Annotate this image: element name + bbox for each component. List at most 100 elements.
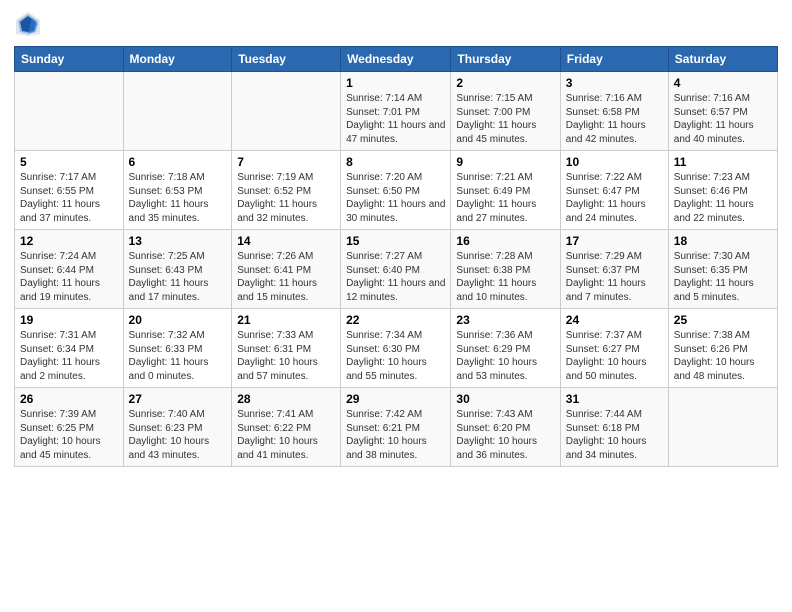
day-cell: 8Sunrise: 7:20 AM Sunset: 6:50 PM Daylig… bbox=[341, 151, 451, 230]
day-info: Sunrise: 7:18 AM Sunset: 6:53 PM Dayligh… bbox=[129, 171, 227, 225]
week-row-2: 12Sunrise: 7:24 AM Sunset: 6:44 PM Dayli… bbox=[15, 230, 778, 309]
day-number: 19 bbox=[20, 313, 118, 327]
day-number: 20 bbox=[129, 313, 227, 327]
day-info: Sunrise: 7:27 AM Sunset: 6:40 PM Dayligh… bbox=[346, 250, 445, 304]
day-cell: 22 Sunrise: 7:34 AM Sunset: 6:30 PM Dayli… bbox=[341, 309, 451, 388]
day-info: Sunrise: 7:20 AM Sunset: 6:50 PM Dayligh… bbox=[346, 171, 445, 225]
day-info: Sunrise: 7:28 AM Sunset: 6:38 PM Dayligh… bbox=[456, 250, 554, 304]
page: SundayMondayTuesdayWednesdayThursdayFrid… bbox=[0, 0, 792, 612]
logo bbox=[14, 10, 46, 38]
day-number: 3 bbox=[566, 76, 663, 90]
day-number: 23 bbox=[456, 313, 554, 327]
day-number: 18 bbox=[674, 234, 772, 248]
day-info: Sunrise: 7:29 AM Sunset: 6:37 PM Dayligh… bbox=[566, 250, 663, 304]
week-row-1: 5Sunrise: 7:17 AM Sunset: 6:55 PM Daylig… bbox=[15, 151, 778, 230]
day-number: 31 bbox=[566, 392, 663, 406]
day-number: 13 bbox=[129, 234, 227, 248]
day-number: 15 bbox=[346, 234, 445, 248]
day-info: Sunrise: 7:32 AM Sunset: 6:33 PM Dayligh… bbox=[129, 329, 227, 383]
header-wednesday: Wednesday bbox=[341, 47, 451, 72]
day-cell bbox=[15, 72, 124, 151]
header-friday: Friday bbox=[560, 47, 668, 72]
day-number: 1 bbox=[346, 76, 445, 90]
day-cell bbox=[123, 72, 232, 151]
day-cell bbox=[668, 388, 777, 467]
day-number: 30 bbox=[456, 392, 554, 406]
day-info: Sunrise: 7:44 AM Sunset: 6:18 PM Dayligh… bbox=[566, 408, 663, 462]
day-number: 26 bbox=[20, 392, 118, 406]
day-info: Sunrise: 7:24 AM Sunset: 6:44 PM Dayligh… bbox=[20, 250, 118, 304]
day-cell: 18Sunrise: 7:30 AM Sunset: 6:35 PM Dayli… bbox=[668, 230, 777, 309]
day-number: 27 bbox=[129, 392, 227, 406]
day-cell: 16Sunrise: 7:28 AM Sunset: 6:38 PM Dayli… bbox=[451, 230, 560, 309]
day-cell: 28 Sunrise: 7:41 AM Sunset: 6:22 PM Dayli… bbox=[232, 388, 341, 467]
day-info: Sunrise: 7:33 AM Sunset: 6:31 PM Dayligh… bbox=[237, 329, 335, 383]
day-cell: 24Sunrise: 7:37 AM Sunset: 6:27 PM Dayli… bbox=[560, 309, 668, 388]
day-number: 24 bbox=[566, 313, 663, 327]
day-cell: 17 Sunrise: 7:29 AM Sunset: 6:37 PM Dayli… bbox=[560, 230, 668, 309]
day-cell: 6 Sunrise: 7:18 AM Sunset: 6:53 PM Daylig… bbox=[123, 151, 232, 230]
day-number: 22 bbox=[346, 313, 445, 327]
day-info: Sunrise: 7:31 AM Sunset: 6:34 PM Dayligh… bbox=[20, 329, 118, 383]
header-thursday: Thursday bbox=[451, 47, 560, 72]
day-info: Sunrise: 7:19 AM Sunset: 6:52 PM Dayligh… bbox=[237, 171, 335, 225]
day-info: Sunrise: 7:15 AM Sunset: 7:00 PM Dayligh… bbox=[456, 92, 554, 146]
day-cell: 12Sunrise: 7:24 AM Sunset: 6:44 PM Dayli… bbox=[15, 230, 124, 309]
day-cell: 3 Sunrise: 7:16 AM Sunset: 6:58 PM Daylig… bbox=[560, 72, 668, 151]
day-number: 2 bbox=[456, 76, 554, 90]
day-cell: 5Sunrise: 7:17 AM Sunset: 6:55 PM Daylig… bbox=[15, 151, 124, 230]
day-number: 5 bbox=[20, 155, 118, 169]
day-cell: 26 Sunrise: 7:39 AM Sunset: 6:25 PM Dayli… bbox=[15, 388, 124, 467]
day-cell: 13 Sunrise: 7:25 AM Sunset: 6:43 PM Dayli… bbox=[123, 230, 232, 309]
day-cell: 11Sunrise: 7:23 AM Sunset: 6:46 PM Dayli… bbox=[668, 151, 777, 230]
day-number: 6 bbox=[129, 155, 227, 169]
week-row-0: 1 Sunrise: 7:14 AM Sunset: 7:01 PM Daylig… bbox=[15, 72, 778, 151]
day-info: Sunrise: 7:25 AM Sunset: 6:43 PM Dayligh… bbox=[129, 250, 227, 304]
day-number: 25 bbox=[674, 313, 772, 327]
day-info: Sunrise: 7:36 AM Sunset: 6:29 PM Dayligh… bbox=[456, 329, 554, 383]
day-number: 28 bbox=[237, 392, 335, 406]
day-number: 4 bbox=[674, 76, 772, 90]
day-cell: 14 Sunrise: 7:26 AM Sunset: 6:41 PM Dayli… bbox=[232, 230, 341, 309]
day-info: Sunrise: 7:16 AM Sunset: 6:57 PM Dayligh… bbox=[674, 92, 772, 146]
header-saturday: Saturday bbox=[668, 47, 777, 72]
day-number: 9 bbox=[456, 155, 554, 169]
calendar-table: SundayMondayTuesdayWednesdayThursdayFrid… bbox=[14, 46, 778, 467]
day-info: Sunrise: 7:23 AM Sunset: 6:46 PM Dayligh… bbox=[674, 171, 772, 225]
day-number: 14 bbox=[237, 234, 335, 248]
day-info: Sunrise: 7:16 AM Sunset: 6:58 PM Dayligh… bbox=[566, 92, 663, 146]
day-info: Sunrise: 7:14 AM Sunset: 7:01 PM Dayligh… bbox=[346, 92, 445, 146]
day-number: 29 bbox=[346, 392, 445, 406]
day-number: 21 bbox=[237, 313, 335, 327]
day-info: Sunrise: 7:40 AM Sunset: 6:23 PM Dayligh… bbox=[129, 408, 227, 462]
day-cell: 4 Sunrise: 7:16 AM Sunset: 6:57 PM Daylig… bbox=[668, 72, 777, 151]
day-cell: 19 Sunrise: 7:31 AM Sunset: 6:34 PM Dayli… bbox=[15, 309, 124, 388]
day-info: Sunrise: 7:21 AM Sunset: 6:49 PM Dayligh… bbox=[456, 171, 554, 225]
day-cell: 25 Sunrise: 7:38 AM Sunset: 6:26 PM Dayli… bbox=[668, 309, 777, 388]
header-tuesday: Tuesday bbox=[232, 47, 341, 72]
day-number: 17 bbox=[566, 234, 663, 248]
day-cell: 23 Sunrise: 7:36 AM Sunset: 6:29 PM Dayli… bbox=[451, 309, 560, 388]
day-cell: 15 Sunrise: 7:27 AM Sunset: 6:40 PM Dayli… bbox=[341, 230, 451, 309]
header-sunday: Sunday bbox=[15, 47, 124, 72]
day-cell: 30 Sunrise: 7:43 AM Sunset: 6:20 PM Dayli… bbox=[451, 388, 560, 467]
day-cell: 29 Sunrise: 7:42 AM Sunset: 6:21 PM Dayli… bbox=[341, 388, 451, 467]
day-info: Sunrise: 7:43 AM Sunset: 6:20 PM Dayligh… bbox=[456, 408, 554, 462]
day-cell bbox=[232, 72, 341, 151]
day-info: Sunrise: 7:38 AM Sunset: 6:26 PM Dayligh… bbox=[674, 329, 772, 383]
day-info: Sunrise: 7:41 AM Sunset: 6:22 PM Dayligh… bbox=[237, 408, 335, 462]
week-row-3: 19 Sunrise: 7:31 AM Sunset: 6:34 PM Dayli… bbox=[15, 309, 778, 388]
day-info: Sunrise: 7:34 AM Sunset: 6:30 PM Dayligh… bbox=[346, 329, 445, 383]
logo-icon bbox=[14, 10, 42, 38]
header bbox=[14, 10, 778, 38]
day-info: Sunrise: 7:39 AM Sunset: 6:25 PM Dayligh… bbox=[20, 408, 118, 462]
day-info: Sunrise: 7:26 AM Sunset: 6:41 PM Dayligh… bbox=[237, 250, 335, 304]
day-cell: 21 Sunrise: 7:33 AM Sunset: 6:31 PM Dayli… bbox=[232, 309, 341, 388]
day-cell: 10Sunrise: 7:22 AM Sunset: 6:47 PM Dayli… bbox=[560, 151, 668, 230]
day-info: Sunrise: 7:42 AM Sunset: 6:21 PM Dayligh… bbox=[346, 408, 445, 462]
day-number: 7 bbox=[237, 155, 335, 169]
day-cell: 20 Sunrise: 7:32 AM Sunset: 6:33 PM Dayli… bbox=[123, 309, 232, 388]
day-cell: 1 Sunrise: 7:14 AM Sunset: 7:01 PM Daylig… bbox=[341, 72, 451, 151]
calendar-body: 1 Sunrise: 7:14 AM Sunset: 7:01 PM Daylig… bbox=[15, 72, 778, 467]
day-cell: 9 Sunrise: 7:21 AM Sunset: 6:49 PM Daylig… bbox=[451, 151, 560, 230]
